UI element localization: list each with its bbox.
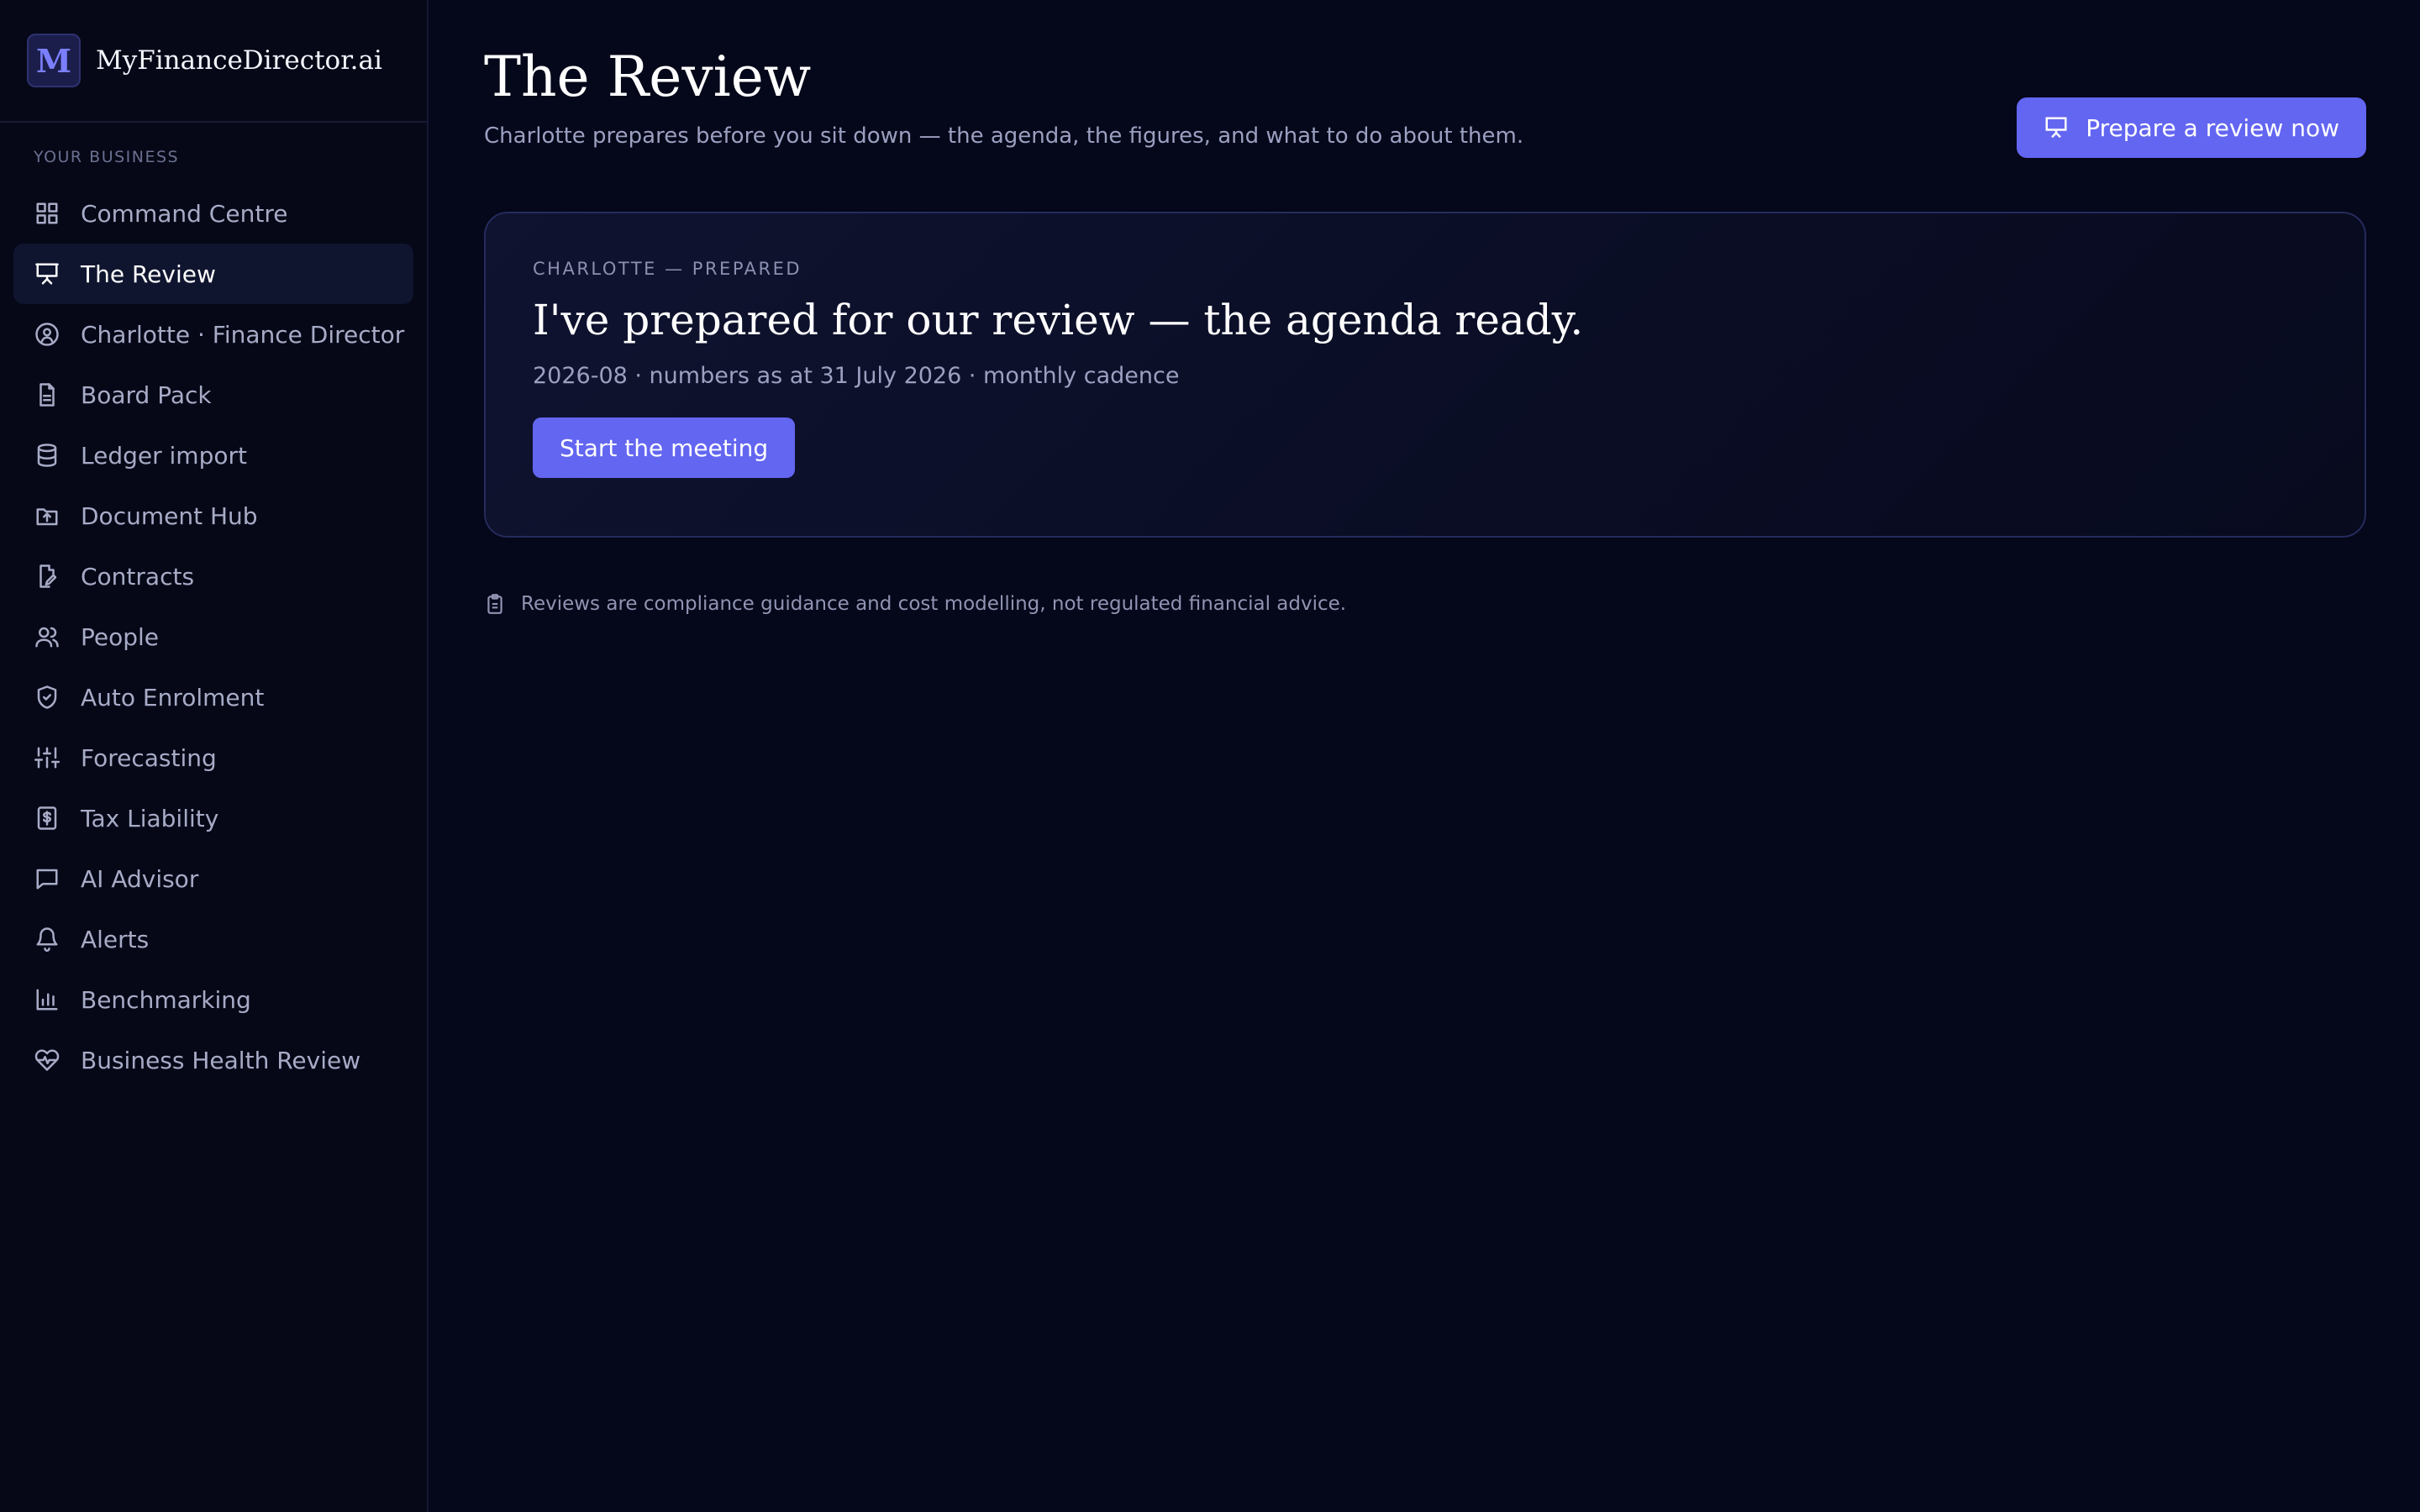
receipt-icon bbox=[34, 805, 60, 832]
sidebar-item-forecasting[interactable]: Forecasting bbox=[13, 727, 413, 788]
app-shell: M MyFinanceDirector.ai YOUR BUSINESS Com… bbox=[0, 0, 2420, 1512]
heart-pulse-icon bbox=[34, 1047, 60, 1074]
disclaimer-text: Reviews are compliance guidance and cost… bbox=[521, 593, 1347, 615]
sidebar-item-benchmarking[interactable]: Benchmarking bbox=[13, 969, 413, 1030]
presentation-icon bbox=[34, 260, 60, 287]
sidebar-nav: Command Centre The Review Charlotte · Fi… bbox=[0, 183, 427, 1090]
sidebar-item-people[interactable]: People bbox=[13, 606, 413, 667]
sidebar-item-label: Auto Enrolment bbox=[81, 683, 265, 711]
users-icon bbox=[34, 623, 60, 650]
sidebar-item-contracts[interactable]: Contracts bbox=[13, 546, 413, 606]
page-subtitle: Charlotte prepares before you sit down —… bbox=[484, 123, 1524, 149]
prepare-review-label: Prepare a review now bbox=[2086, 113, 2339, 142]
prepare-review-button[interactable]: Prepare a review now bbox=[2017, 97, 2366, 158]
file-edit-icon bbox=[34, 563, 60, 590]
sidebar-item-tax-liability[interactable]: Tax Liability bbox=[13, 788, 413, 848]
sidebar-item-label: AI Advisor bbox=[81, 864, 199, 893]
sidebar-item-label: Ledger import bbox=[81, 441, 247, 470]
review-card: CHARLOTTE — PREPARED I've prepared for o… bbox=[484, 212, 2366, 538]
sidebar-item-label: Business Health Review bbox=[81, 1046, 361, 1074]
sidebar-item-business-health-review[interactable]: Business Health Review bbox=[13, 1030, 413, 1090]
folder-upload-icon bbox=[34, 502, 60, 529]
sidebar-item-label: Document Hub bbox=[81, 501, 258, 530]
card-title: I've prepared for our review — the agend… bbox=[533, 296, 1584, 344]
main-content: The Review Charlotte prepares before you… bbox=[429, 0, 2420, 1512]
brand-logo: M bbox=[27, 34, 81, 87]
presentation-icon bbox=[2045, 117, 2067, 139]
database-icon bbox=[34, 442, 60, 469]
sidebar-item-board-pack[interactable]: Board Pack bbox=[13, 365, 413, 425]
sidebar-item-the-review[interactable]: The Review bbox=[13, 244, 413, 304]
sidebar-section-label: YOUR BUSINESS bbox=[34, 148, 180, 166]
page-header: The Review Charlotte prepares before you… bbox=[484, 45, 2366, 158]
card-meta: 2026-08 · numbers as at 31 July 2026 · m… bbox=[533, 363, 1180, 389]
sidebar-item-label: Contracts bbox=[81, 562, 195, 591]
sidebar-item-label: Command Centre bbox=[81, 199, 288, 228]
bar-chart-icon bbox=[34, 986, 60, 1013]
sidebar-item-alerts[interactable]: Alerts bbox=[13, 909, 413, 969]
sliders-icon bbox=[34, 744, 60, 771]
page-header-text: The Review Charlotte prepares before you… bbox=[484, 45, 1524, 149]
sidebar-item-label: Board Pack bbox=[81, 381, 212, 409]
user-circle-icon bbox=[34, 321, 60, 348]
sidebar: M MyFinanceDirector.ai YOUR BUSINESS Com… bbox=[0, 0, 429, 1512]
disclaimer: Reviews are compliance guidance and cost… bbox=[484, 593, 2366, 615]
clipboard-icon bbox=[487, 594, 502, 614]
sidebar-item-label: Charlotte · Finance Director bbox=[81, 320, 405, 349]
sidebar-item-label: People bbox=[81, 622, 160, 651]
start-meeting-button[interactable]: Start the meeting bbox=[533, 417, 796, 478]
brand-name: MyFinanceDirector.ai bbox=[96, 45, 382, 76]
sidebar-item-label: Benchmarking bbox=[81, 985, 251, 1014]
sidebar-item-label: The Review bbox=[81, 260, 216, 288]
grid-icon bbox=[34, 200, 60, 227]
sidebar-item-label: Tax Liability bbox=[81, 804, 219, 832]
document-icon bbox=[34, 381, 60, 408]
brand[interactable]: M MyFinanceDirector.ai bbox=[0, 0, 427, 123]
card-eyebrow: CHARLOTTE — PREPARED bbox=[533, 259, 802, 279]
page-title: The Review bbox=[484, 45, 812, 109]
sidebar-item-document-hub[interactable]: Document Hub bbox=[13, 486, 413, 546]
sidebar-item-ai-advisor[interactable]: AI Advisor bbox=[13, 848, 413, 909]
sidebar-item-label: Forecasting bbox=[81, 743, 217, 772]
sidebar-item-command-centre[interactable]: Command Centre bbox=[13, 183, 413, 244]
bell-icon bbox=[34, 926, 60, 953]
sidebar-item-ledger-import[interactable]: Ledger import bbox=[13, 425, 413, 486]
shield-check-icon bbox=[34, 684, 60, 711]
sidebar-item-label: Alerts bbox=[81, 925, 150, 953]
sidebar-item-auto-enrolment[interactable]: Auto Enrolment bbox=[13, 667, 413, 727]
sidebar-item-charlotte[interactable]: Charlotte · Finance Director bbox=[13, 304, 413, 365]
message-icon bbox=[34, 865, 60, 892]
